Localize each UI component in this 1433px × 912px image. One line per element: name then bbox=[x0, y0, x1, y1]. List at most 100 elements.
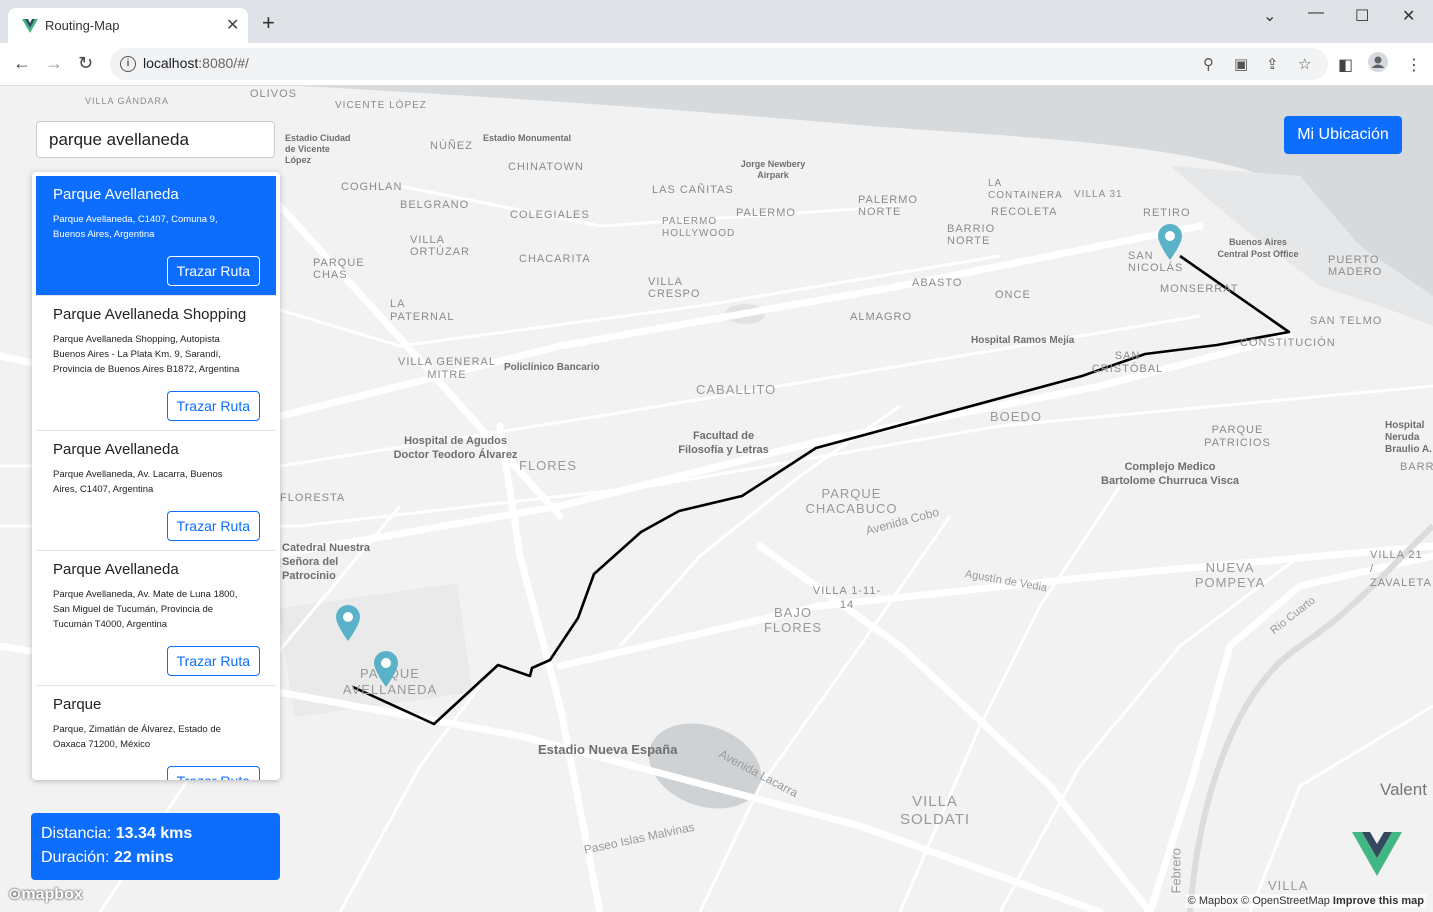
map-label-hospital-ramos: Hospital Ramos Mejía bbox=[971, 335, 1075, 346]
browser-menu-icon[interactable]: ⋮ bbox=[1406, 55, 1422, 75]
map-label-palermo-hollywood: PALERMO HOLLYWOOD bbox=[662, 216, 736, 239]
site-info-icon[interactable]: i bbox=[120, 56, 136, 72]
map-label-parque-patricios: PARQUE PATRICIOS bbox=[1204, 424, 1271, 449]
map-label-estadio: Estadio Nueva España bbox=[538, 742, 678, 757]
tab-search-icon[interactable]: ⌄ bbox=[1263, 6, 1276, 26]
search-input[interactable] bbox=[36, 121, 275, 158]
map-label-las-canitas: LAS CAÑITAS bbox=[652, 184, 734, 196]
map-label-san-telmo: SAN TELMO bbox=[1310, 315, 1383, 327]
map-label-estadio-ciudad: Estadio Ciudad de Vicente López bbox=[285, 133, 351, 165]
map-label-palermo-norte: PALERMO NORTE bbox=[858, 194, 918, 218]
map-label-coghlan: COGHLAN bbox=[341, 181, 403, 193]
distance-label: Distancia: bbox=[41, 825, 112, 842]
back-arrow-icon[interactable]: ← bbox=[13, 53, 31, 74]
address-bar[interactable]: i localhost:8080/#/ ⚲ ▣ ⇪ ☆ bbox=[110, 48, 1328, 80]
result-item-4[interactable]: Parque Avellaneda Parque Avellaneda, Av.… bbox=[36, 551, 276, 686]
map-label-san-cristobal: SAN CRISTÓBAL bbox=[1091, 350, 1164, 375]
destination-marker-icon[interactable] bbox=[1157, 223, 1183, 261]
map-label-hospital-agudos: Hospital de Agudos Doctor Teodoro Álvare… bbox=[393, 435, 518, 461]
map-label-abasto: ABASTO bbox=[912, 277, 963, 289]
map-label-puerto-madero: PUERTO MADERO bbox=[1328, 254, 1383, 278]
map-label-belgrano: BELGRANO bbox=[400, 199, 470, 211]
map-label-constitucion: CONSTITUCIÓN bbox=[1240, 337, 1336, 349]
map-label-policlinico: Policlínico Bancario bbox=[504, 362, 600, 373]
map-label-parque-chas: PARQUE CHAS bbox=[313, 257, 365, 281]
duration-value: 22 mins bbox=[113, 849, 174, 866]
result-title: Parque Avellaneda bbox=[53, 561, 179, 578]
my-location-button[interactable]: Mi Ubicación bbox=[1284, 116, 1402, 154]
map-label-post-office: Buenos Aires Central Post Office bbox=[1217, 237, 1299, 259]
duration-label: Duración: bbox=[41, 849, 110, 866]
map-label-aeroparque: Jorge Newbery Airpark bbox=[740, 159, 806, 180]
map-label-bajo-flores: BAJO FLORES bbox=[763, 605, 822, 635]
map-label-la-paternal: LA PATERNAL bbox=[390, 298, 455, 323]
bookmark-star-icon[interactable]: ☆ bbox=[1298, 55, 1311, 73]
map-attribution: © Mapbox © OpenStreetMap Improve this ma… bbox=[1184, 894, 1427, 908]
reload-icon[interactable]: ↻ bbox=[78, 53, 93, 74]
map-label-caballito: CABALLITO bbox=[696, 382, 777, 397]
location-marker-icon[interactable] bbox=[335, 604, 361, 642]
result-address: Parque Avellaneda Shopping, Autopista Bu… bbox=[53, 334, 240, 375]
profile-avatar-icon[interactable] bbox=[1368, 52, 1388, 77]
trazar-ruta-button[interactable]: Trazar Ruta bbox=[166, 511, 260, 541]
improve-map-link[interactable]: Improve this map bbox=[1333, 895, 1424, 907]
map-label-olivos: OLIVOS bbox=[250, 88, 297, 100]
share-icon[interactable]: ⇪ bbox=[1266, 55, 1279, 73]
map-label-palermo: PALERMO bbox=[736, 207, 796, 219]
result-title: Parque bbox=[53, 696, 102, 713]
result-address: Parque Avellaneda, Av. Mate de Luna 1800… bbox=[53, 589, 238, 630]
map-label-valent: Valent bbox=[1380, 780, 1427, 799]
map-label-villa21: VILLA 21 / ZAVALETA bbox=[1370, 549, 1432, 589]
trazar-ruta-button[interactable]: Trazar Ruta bbox=[166, 766, 260, 780]
result-item-3[interactable]: Parque Avellaneda Parque Avellaneda, Av.… bbox=[36, 431, 276, 551]
new-tab-button[interactable]: + bbox=[262, 12, 275, 34]
origin-marker-icon[interactable] bbox=[373, 650, 399, 688]
map-label-facultad: Facultad de Filosofía y Letras bbox=[678, 430, 769, 456]
mapbox-logo[interactable]: ⊙mapbox bbox=[8, 884, 83, 904]
vue-logo-icon bbox=[1352, 832, 1402, 876]
location-pin-icon[interactable]: ⚲ bbox=[1203, 55, 1214, 73]
distance-row: Distancia: 13.34 kms bbox=[41, 825, 192, 843]
side-panel-icon[interactable]: ◧ bbox=[1338, 55, 1353, 75]
trazar-ruta-button[interactable]: Trazar Ruta bbox=[166, 256, 260, 286]
map-label-parque-chacabuco: PARQUE CHACABUCO bbox=[805, 486, 898, 516]
result-title: Parque Avellaneda bbox=[53, 186, 179, 203]
close-tab-icon[interactable]: ✕ bbox=[226, 15, 239, 35]
map-label-retiro: RETIRO bbox=[1143, 207, 1191, 219]
close-window-icon[interactable]: ✕ bbox=[1402, 6, 1415, 26]
map-label-colegiales: COLEGIALES bbox=[510, 209, 590, 221]
map-label-barracas: BARRACAS bbox=[1400, 461, 1433, 473]
minimize-icon[interactable]: — bbox=[1308, 4, 1324, 22]
map-label-nunez: NÚÑEZ bbox=[430, 140, 473, 152]
distance-value: 13.34 kms bbox=[115, 825, 193, 842]
attribution-mapbox-link[interactable]: © Mapbox bbox=[1188, 895, 1238, 907]
map-label-nuestra-senora: Catedral Nuestra Señora del Patrocinio bbox=[282, 542, 371, 582]
translate-icon[interactable]: ▣ bbox=[1234, 55, 1248, 73]
trazar-ruta-button[interactable]: Trazar Ruta bbox=[166, 646, 260, 676]
map-label-la-containera: LA CONTAINERA bbox=[988, 178, 1063, 201]
result-address: Parque, Zimatlán de Álvarez, Estado de O… bbox=[53, 724, 221, 750]
map-label-monserrat: MONSERRAT bbox=[1160, 283, 1239, 295]
vue-favicon-icon bbox=[22, 19, 38, 33]
map-label-barrio-norte: BARRIO NORTE bbox=[947, 223, 996, 247]
result-address: Parque Avellaneda, C1407, Comuna 9, Buen… bbox=[53, 214, 218, 240]
map-label-recoleta: RECOLETA bbox=[991, 206, 1058, 218]
map-label-flores: FLORES bbox=[519, 458, 578, 473]
route-stats-panel: Distancia: 13.34 kms Duración: 22 mins bbox=[31, 813, 280, 880]
maximize-icon[interactable]: ☐ bbox=[1355, 6, 1369, 26]
url-text: localhost:8080/#/ bbox=[143, 55, 249, 71]
trazar-ruta-button[interactable]: Trazar Ruta bbox=[166, 391, 260, 421]
result-item-1[interactable]: Parque Avellaneda Parque Avellaneda, C14… bbox=[36, 176, 276, 296]
map-label-estadio-monumental: Estadio Monumental bbox=[483, 133, 572, 143]
map-label-chacarita: CHACARITA bbox=[519, 253, 591, 265]
result-item-2[interactable]: Parque Avellaneda Shopping Parque Avella… bbox=[36, 296, 276, 431]
map-label-villa-ortuzar: VILLA ORTÚZAR bbox=[410, 234, 470, 258]
browser-tab[interactable]: Routing-Map ✕ bbox=[8, 8, 248, 43]
forward-arrow-icon[interactable]: → bbox=[45, 53, 63, 74]
map-label-villa-general-mitre: VILLA GENERAL MITRE bbox=[398, 356, 496, 381]
search-results-list: Parque Avellaneda Parque Avellaneda, C14… bbox=[32, 172, 280, 780]
result-title: Parque Avellaneda Shopping bbox=[53, 306, 247, 323]
attribution-osm-link[interactable]: © OpenStreetMap bbox=[1241, 895, 1330, 907]
result-title: Parque Avellaneda bbox=[53, 441, 179, 458]
result-item-5[interactable]: Parque Parque, Zimatlán de Álvarez, Esta… bbox=[36, 686, 276, 780]
